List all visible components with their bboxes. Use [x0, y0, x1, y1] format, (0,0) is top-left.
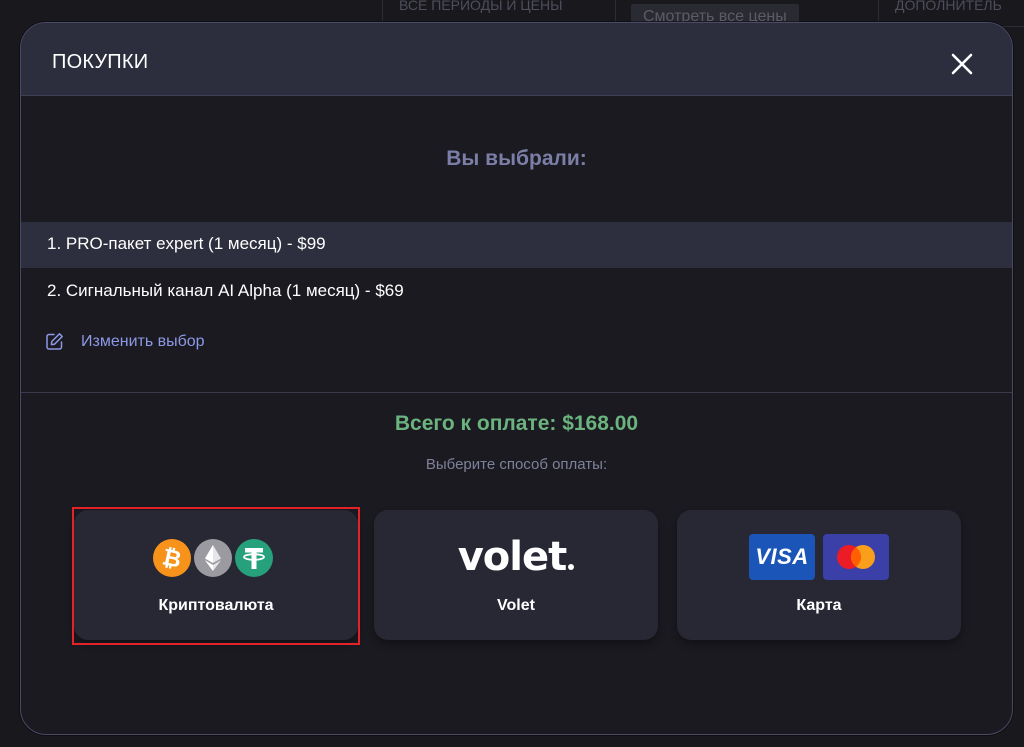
selected-item-text: 1. PRO-пакет expert (1 месяц) - $99: [47, 234, 326, 253]
volet-logo: volet: [374, 534, 658, 580]
mastercard-icon: [823, 534, 889, 580]
edit-icon: [46, 333, 63, 350]
payment-method-label: Volet: [497, 597, 535, 614]
selected-item-text: 2. Сигнальный канал AI Alpha (1 месяц) -…: [47, 281, 404, 300]
selected-item-row: 1. PRO-пакет expert (1 месяц) - $99: [21, 222, 1012, 268]
close-icon: [951, 53, 973, 75]
selected-method-highlight: [72, 507, 360, 645]
chosen-heading: Вы выбрали:: [446, 147, 587, 170]
change-selection-link[interactable]: Изменить выбор: [45, 332, 205, 351]
choose-payment-label: Выберите способ оплаты:: [425, 456, 608, 473]
visa-icon: VISA: [749, 534, 815, 580]
modal-title: ПОКУПКИ: [52, 51, 149, 73]
payment-method-volet[interactable]: volet Volet: [374, 510, 658, 640]
total-amount: Всего к оплате: $168.00: [394, 412, 639, 435]
close-button[interactable]: [951, 53, 973, 75]
selected-item-row: 2. Сигнальный канал AI Alpha (1 месяц) -…: [21, 269, 1012, 315]
modal-header: ПОКУПКИ: [21, 23, 1012, 96]
change-selection-label: Изменить выбор: [81, 332, 205, 350]
purchases-modal: ПОКУПКИ Вы выбрали: 1. PRO-пакет expert …: [20, 22, 1013, 735]
divider: [21, 392, 1012, 393]
payment-method-label: Карта: [796, 597, 842, 614]
payment-method-card[interactable]: VISA Карта: [677, 510, 961, 640]
